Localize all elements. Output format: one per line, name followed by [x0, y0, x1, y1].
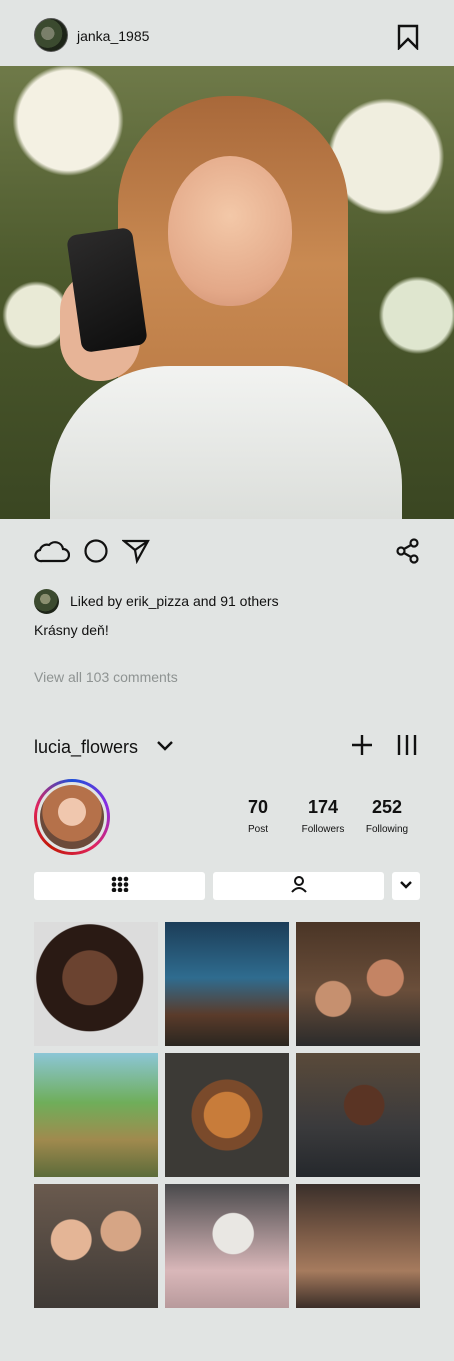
grid-photo-9[interactable] [296, 1184, 420, 1308]
grid-photo-4[interactable] [34, 1053, 158, 1177]
person-icon [290, 875, 308, 898]
tab-more[interactable] [392, 872, 420, 900]
grid-photo-6[interactable] [296, 1053, 420, 1177]
chevron-down-icon[interactable] [156, 739, 174, 758]
profile-avatar[interactable] [34, 779, 110, 855]
liker-avatar[interactable] [34, 588, 59, 614]
grid-photo-3[interactable] [296, 922, 420, 1046]
view-comments-link[interactable]: View all 103 comments [34, 669, 178, 685]
send-icon[interactable] [122, 538, 150, 564]
liked-by-text[interactable]: Liked by erik_pizza and 91 others [70, 593, 279, 609]
bookmark-icon[interactable] [396, 24, 420, 51]
stat-following[interactable]: 252 Following [342, 797, 432, 835]
avatar-ring-gap [37, 782, 107, 852]
tab-grid[interactable] [34, 872, 205, 900]
profile-tabs [0, 872, 454, 900]
circle-icon[interactable] [83, 538, 109, 564]
photo-shirt [50, 366, 402, 519]
grid-photo-2[interactable] [165, 922, 289, 1046]
author-username[interactable]: janka_1985 [77, 28, 149, 44]
grid-photo-1[interactable] [34, 922, 158, 1046]
likes-row: Liked by erik_pizza and 91 others [34, 588, 279, 614]
stat-following-value: 252 [371, 797, 403, 817]
grid-photo-8[interactable] [165, 1184, 289, 1308]
chevron-down-icon [399, 877, 413, 895]
grid-photo-5[interactable] [165, 1053, 289, 1177]
profile-avatar-photo [40, 785, 104, 849]
tab-tagged[interactable] [213, 872, 384, 900]
post-actions [0, 530, 454, 574]
stat-following-label: Following [365, 824, 409, 835]
post-photo[interactable] [0, 66, 454, 519]
menu-icon[interactable] [396, 733, 418, 762]
post-header: janka_1985 [0, 0, 454, 66]
plus-icon[interactable] [350, 733, 374, 762]
photo-face [168, 156, 292, 306]
post-caption: Krásny deň! [34, 622, 109, 638]
grid-icon [111, 876, 129, 897]
grid-photo-7[interactable] [34, 1184, 158, 1308]
share-icon[interactable] [395, 538, 421, 564]
author-avatar[interactable] [34, 18, 68, 52]
profile-header: lucia_flowers [0, 730, 454, 764]
cloud-icon[interactable] [34, 538, 70, 564]
profile-username[interactable]: lucia_flowers [34, 737, 138, 758]
